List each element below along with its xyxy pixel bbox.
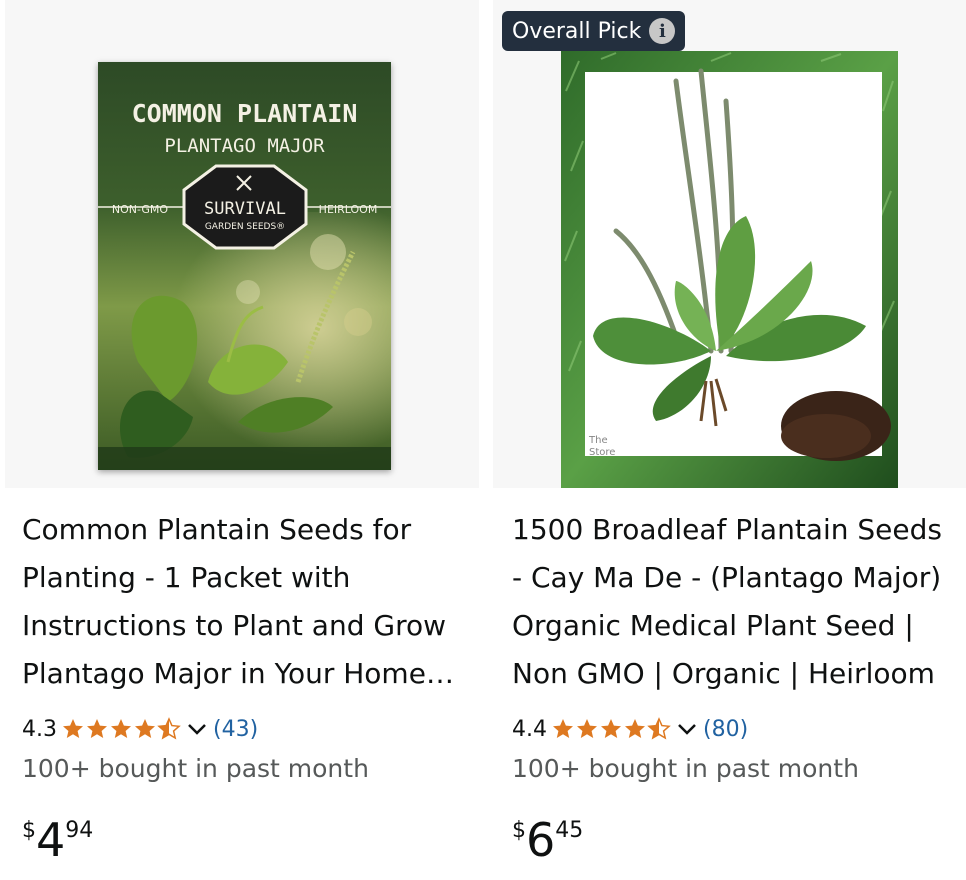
half-star-icon bbox=[647, 717, 671, 741]
product-image[interactable]: COMMON PLANTAIN PLANTAGO MAJOR NON-GMO H… bbox=[98, 62, 391, 470]
svg-text:The: The bbox=[588, 435, 608, 446]
svg-text:Store: Store bbox=[589, 447, 615, 458]
rating-row[interactable]: 4.3 (43) bbox=[22, 713, 258, 745]
product-image-container[interactable]: The Store Overall Pick i bbox=[493, 0, 966, 488]
product-image[interactable]: The Store bbox=[561, 51, 898, 488]
info-icon[interactable]: i bbox=[649, 18, 676, 44]
star-icon bbox=[623, 717, 647, 741]
chevron-down-icon[interactable] bbox=[675, 717, 699, 741]
product-title[interactable]: 1500 Broadleaf Plantain Seeds - Cay Ma D… bbox=[512, 506, 952, 698]
price-symbol: $ bbox=[512, 818, 526, 843]
chevron-down-icon[interactable] bbox=[185, 717, 209, 741]
star-icon bbox=[61, 717, 85, 741]
price-fraction: 94 bbox=[65, 818, 94, 843]
price-fraction: 45 bbox=[555, 818, 584, 843]
rating-row[interactable]: 4.4 (80) bbox=[512, 713, 748, 745]
star-icon bbox=[599, 717, 623, 741]
brand-bottom-text: GARDEN SEEDS® bbox=[205, 222, 285, 232]
review-count-link[interactable]: (43) bbox=[213, 717, 258, 742]
overall-pick-badge[interactable]: Overall Pick i bbox=[502, 11, 686, 51]
star-icon bbox=[551, 717, 575, 741]
rating-value: 4.4 bbox=[512, 716, 547, 742]
star-icon bbox=[133, 717, 157, 741]
bought-past-month: 100+ bought in past month bbox=[22, 754, 369, 783]
badge-label: Overall Pick bbox=[512, 18, 642, 44]
heirloom-tag: HEIRLOOM bbox=[319, 203, 378, 216]
bought-past-month: 100+ bought in past month bbox=[512, 754, 859, 783]
price[interactable]: $ 6 45 bbox=[512, 812, 583, 868]
product-image-container[interactable]: COMMON PLANTAIN PLANTAGO MAJOR NON-GMO H… bbox=[5, 0, 479, 488]
product-title[interactable]: Common Plantain Seeds for Planting - 1 P… bbox=[22, 506, 467, 698]
price-whole: 4 bbox=[36, 813, 66, 867]
packet-title-text: COMMON PLANTAIN bbox=[132, 99, 358, 128]
price-symbol: $ bbox=[22, 818, 36, 843]
star-rating[interactable] bbox=[551, 717, 671, 741]
product-card-1[interactable]: COMMON PLANTAIN PLANTAGO MAJOR NON-GMO H… bbox=[5, 0, 479, 880]
product-card-2[interactable]: The Store Overall Pick i 1500 Broadleaf … bbox=[493, 0, 966, 880]
star-icon bbox=[109, 717, 133, 741]
brand-top-text: SURVIVAL bbox=[204, 199, 286, 219]
star-rating[interactable] bbox=[61, 717, 181, 741]
price[interactable]: $ 4 94 bbox=[22, 812, 93, 868]
price-whole: 6 bbox=[526, 813, 556, 867]
rating-value: 4.3 bbox=[22, 716, 57, 742]
review-count-link[interactable]: (80) bbox=[703, 717, 748, 742]
packet-subtitle-text: PLANTAGO MAJOR bbox=[164, 135, 325, 157]
star-icon bbox=[85, 717, 109, 741]
half-star-icon bbox=[157, 717, 181, 741]
plant-photo-graphic: The Store bbox=[561, 51, 898, 488]
seed-packet-graphic: COMMON PLANTAIN PLANTAGO MAJOR NON-GMO H… bbox=[98, 62, 391, 470]
non-gmo-tag: NON-GMO bbox=[112, 203, 169, 216]
star-icon bbox=[575, 717, 599, 741]
